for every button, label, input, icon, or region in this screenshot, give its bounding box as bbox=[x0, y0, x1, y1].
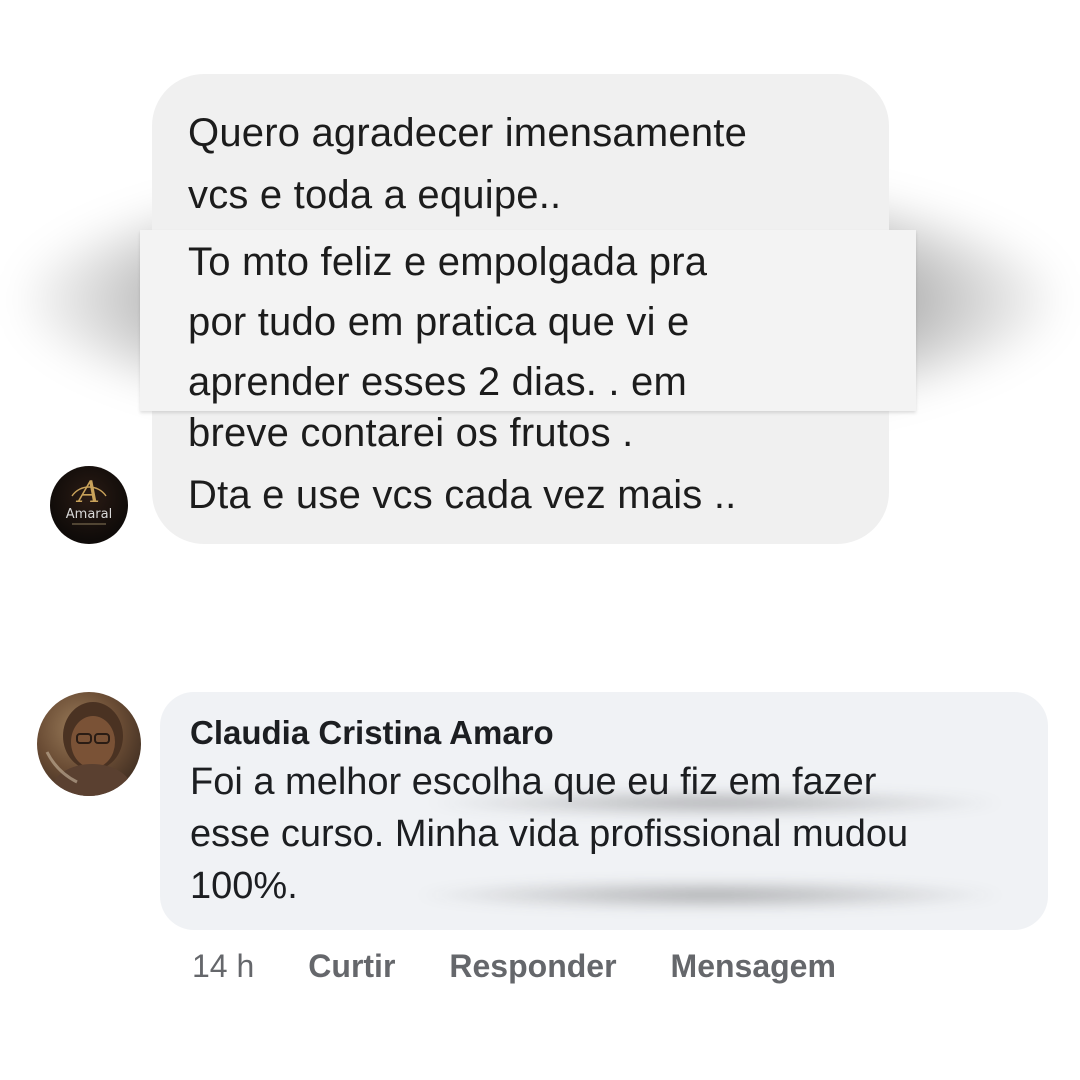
message-line: vcs e toda a equipe.. bbox=[188, 173, 562, 217]
user-photo-avatar[interactable] bbox=[37, 692, 141, 796]
message-line: To mto feliz e empolgada pra bbox=[188, 240, 708, 284]
amaral-logo-icon: A Amaral bbox=[66, 475, 112, 525]
testimonial-collage: Quero agradecer imensamente vcs e toda a… bbox=[0, 0, 1080, 1080]
like-button[interactable]: Curtir bbox=[308, 948, 395, 985]
comment-actions: 14 h Curtir Responder Mensagem bbox=[192, 948, 890, 985]
user-photo-icon bbox=[45, 702, 132, 796]
message-line: por tudo em pratica que vi e bbox=[188, 300, 690, 344]
message-button[interactable]: Mensagem bbox=[671, 948, 836, 985]
comment-timestamp[interactable]: 14 h bbox=[192, 948, 254, 985]
svg-text:Amaral: Amaral bbox=[66, 507, 112, 522]
underline-smudge bbox=[410, 880, 1010, 910]
amaral-logo-avatar[interactable]: A Amaral bbox=[50, 466, 128, 544]
reply-button[interactable]: Responder bbox=[449, 948, 616, 985]
underline-smudge bbox=[420, 790, 1010, 816]
highlighted-message-strip: To mto feliz e empolgada pra por tudo em… bbox=[140, 230, 916, 411]
message-line: breve contarei os frutos . bbox=[188, 411, 634, 455]
message-continuation: breve contarei os frutos . Dta e use vcs… bbox=[188, 402, 736, 526]
svg-text:A: A bbox=[75, 475, 100, 510]
message-line: Quero agradecer imensamente bbox=[188, 111, 748, 155]
comment-author-name[interactable]: Claudia Cristina Amaro bbox=[190, 710, 1020, 756]
message-line: Dta e use vcs cada vez mais .. bbox=[188, 473, 737, 517]
